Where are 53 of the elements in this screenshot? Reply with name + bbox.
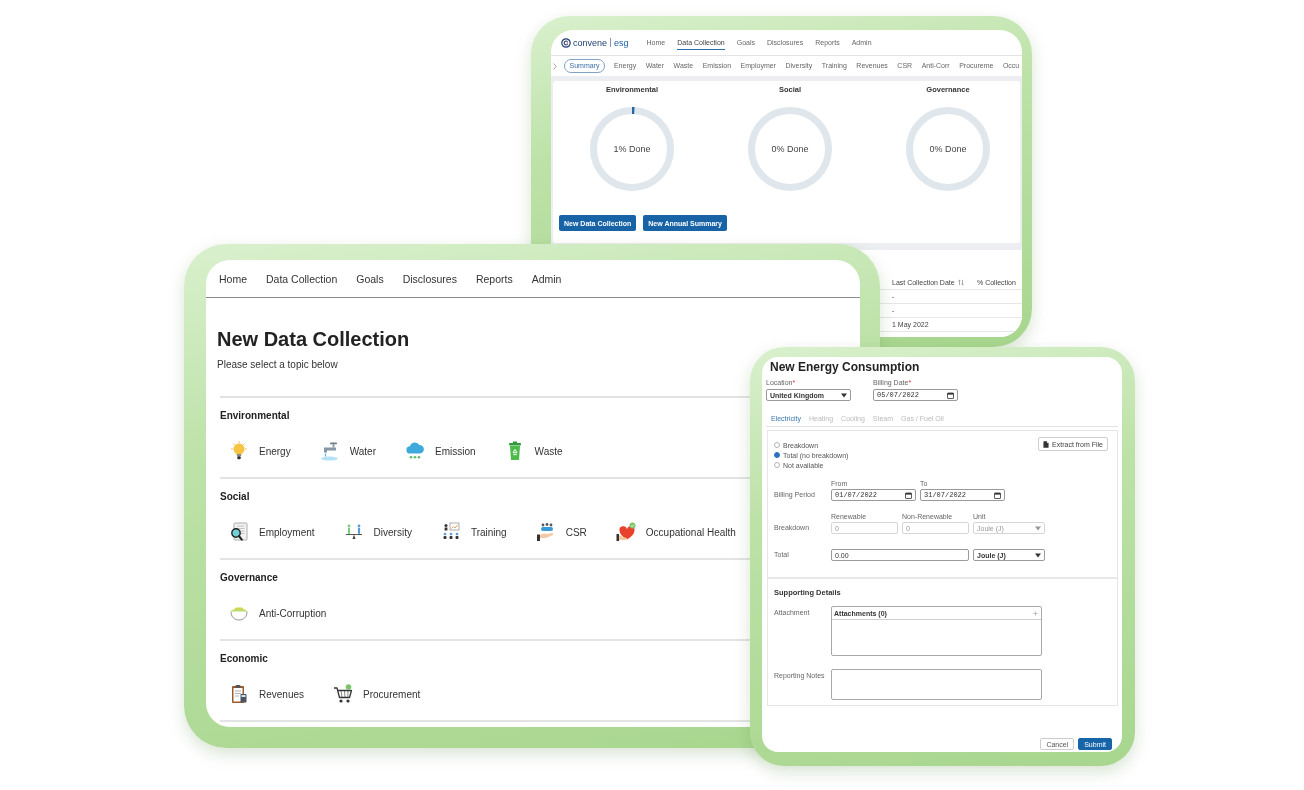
plus-icon[interactable] xyxy=(1033,610,1038,616)
logo-icon xyxy=(561,37,571,48)
section-heading: Governance xyxy=(220,572,278,584)
chevron-icon[interactable] xyxy=(553,62,557,70)
file-icon xyxy=(1043,440,1050,448)
water-tap-icon xyxy=(319,441,340,461)
topic-item[interactable]: Diversity xyxy=(343,522,412,542)
balance-people-icon xyxy=(343,522,364,542)
topic-item[interactable]: Occupational Health xyxy=(615,522,736,542)
progress-label: 1% Done xyxy=(613,144,651,154)
page-title: New Data Collection xyxy=(217,327,410,351)
topic-item[interactable]: Employment xyxy=(229,522,315,542)
topic-item[interactable]: Energy xyxy=(229,441,291,461)
nav-link[interactable]: Reports xyxy=(475,272,513,285)
calendar-icon xyxy=(947,391,954,399)
section-heading: Environmental xyxy=(220,410,290,422)
cloud-icon xyxy=(405,441,425,461)
caret-icon xyxy=(1035,552,1041,558)
radio-button[interactable] xyxy=(774,462,780,468)
caret-icon xyxy=(1035,525,1041,531)
topic-item[interactable]: Procurement xyxy=(333,684,421,704)
hand-people-icon xyxy=(535,522,556,542)
nav-link[interactable]: Data Collection xyxy=(266,272,338,285)
topic-item[interactable]: Emission xyxy=(405,441,476,461)
topic-item[interactable]: Water xyxy=(319,441,376,461)
progress-label: 0% Done xyxy=(771,144,809,154)
radio-button[interactable] xyxy=(774,442,780,448)
nav-link[interactable]: Disclosures xyxy=(402,272,457,285)
document-search-icon xyxy=(229,522,249,542)
topic-item[interactable]: Waste xyxy=(504,441,563,461)
caret-icon xyxy=(841,392,847,398)
topic-item[interactable]: Revenues xyxy=(229,684,305,704)
section-heading: Economic xyxy=(220,653,268,665)
calendar-icon xyxy=(905,491,912,499)
topic-item[interactable]: CSR xyxy=(535,522,587,542)
shopping-cart-icon xyxy=(333,684,354,704)
page-subtitle: Please select a topic below xyxy=(217,359,338,371)
section-heading: Social xyxy=(220,491,250,503)
calendar-icon xyxy=(994,491,1001,499)
nav-link[interactable]: Goals xyxy=(356,272,384,285)
topic-item[interactable]: Training xyxy=(440,522,507,542)
heart-hand-icon xyxy=(615,522,636,542)
notes-field[interactable] xyxy=(831,669,1042,700)
brand-name: convene xyxy=(573,37,608,48)
nav-link[interactable]: Home xyxy=(219,272,247,285)
topic-item[interactable]: Anti-Corruption xyxy=(229,603,327,623)
progress-label: 0% Done xyxy=(929,144,967,154)
product-name: esg xyxy=(614,37,629,48)
light-bulb-icon xyxy=(229,441,249,461)
form-title: New Energy Consumption xyxy=(770,360,920,374)
radio-button[interactable] xyxy=(774,452,780,458)
nav-link[interactable]: Admin xyxy=(531,272,562,285)
clipboard-icon xyxy=(229,684,249,704)
